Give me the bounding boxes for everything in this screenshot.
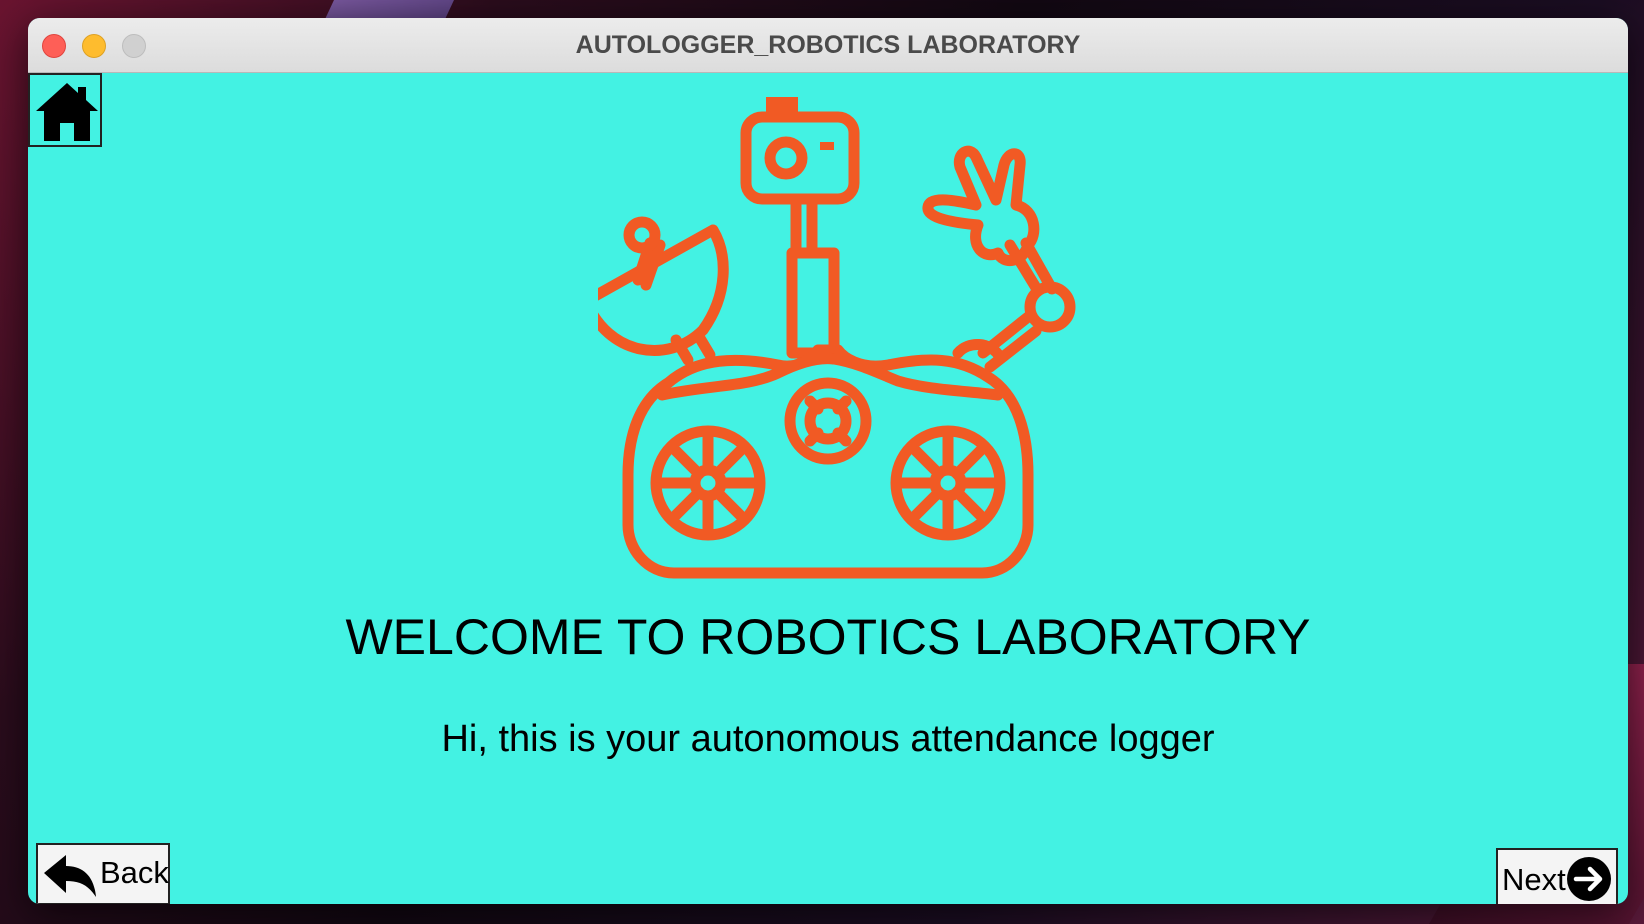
subtitle-text: Hi, this is your autonomous attendance l… bbox=[441, 718, 1215, 760]
app-window: AUTOLOGGER_ROBOTICS LABORATORY WELCOME T… bbox=[28, 18, 1628, 904]
back-button[interactable]: Back bbox=[36, 843, 170, 904]
welcome-heading: WELCOME TO ROBOTICS LABORATORY bbox=[345, 609, 1311, 665]
home-button[interactable] bbox=[28, 73, 102, 147]
home-icon bbox=[36, 83, 98, 141]
desktop-background: AUTOLOGGER_ROBOTICS LABORATORY WELCOME T… bbox=[0, 0, 1644, 924]
title-bar[interactable]: AUTOLOGGER_ROBOTICS LABORATORY bbox=[28, 18, 1628, 73]
arrow-right-circle-icon bbox=[1567, 857, 1611, 901]
back-arrow-icon bbox=[44, 855, 96, 897]
back-button-label: Back bbox=[100, 855, 169, 890]
main-content: WELCOME TO ROBOTICS LABORATORY Hi, this … bbox=[28, 73, 1628, 904]
window-title: AUTOLOGGER_ROBOTICS LABORATORY bbox=[575, 31, 1081, 59]
next-button-label: Next bbox=[1502, 862, 1566, 897]
rover-robot-icon bbox=[598, 97, 1076, 579]
next-button[interactable]: Next bbox=[1496, 848, 1618, 904]
